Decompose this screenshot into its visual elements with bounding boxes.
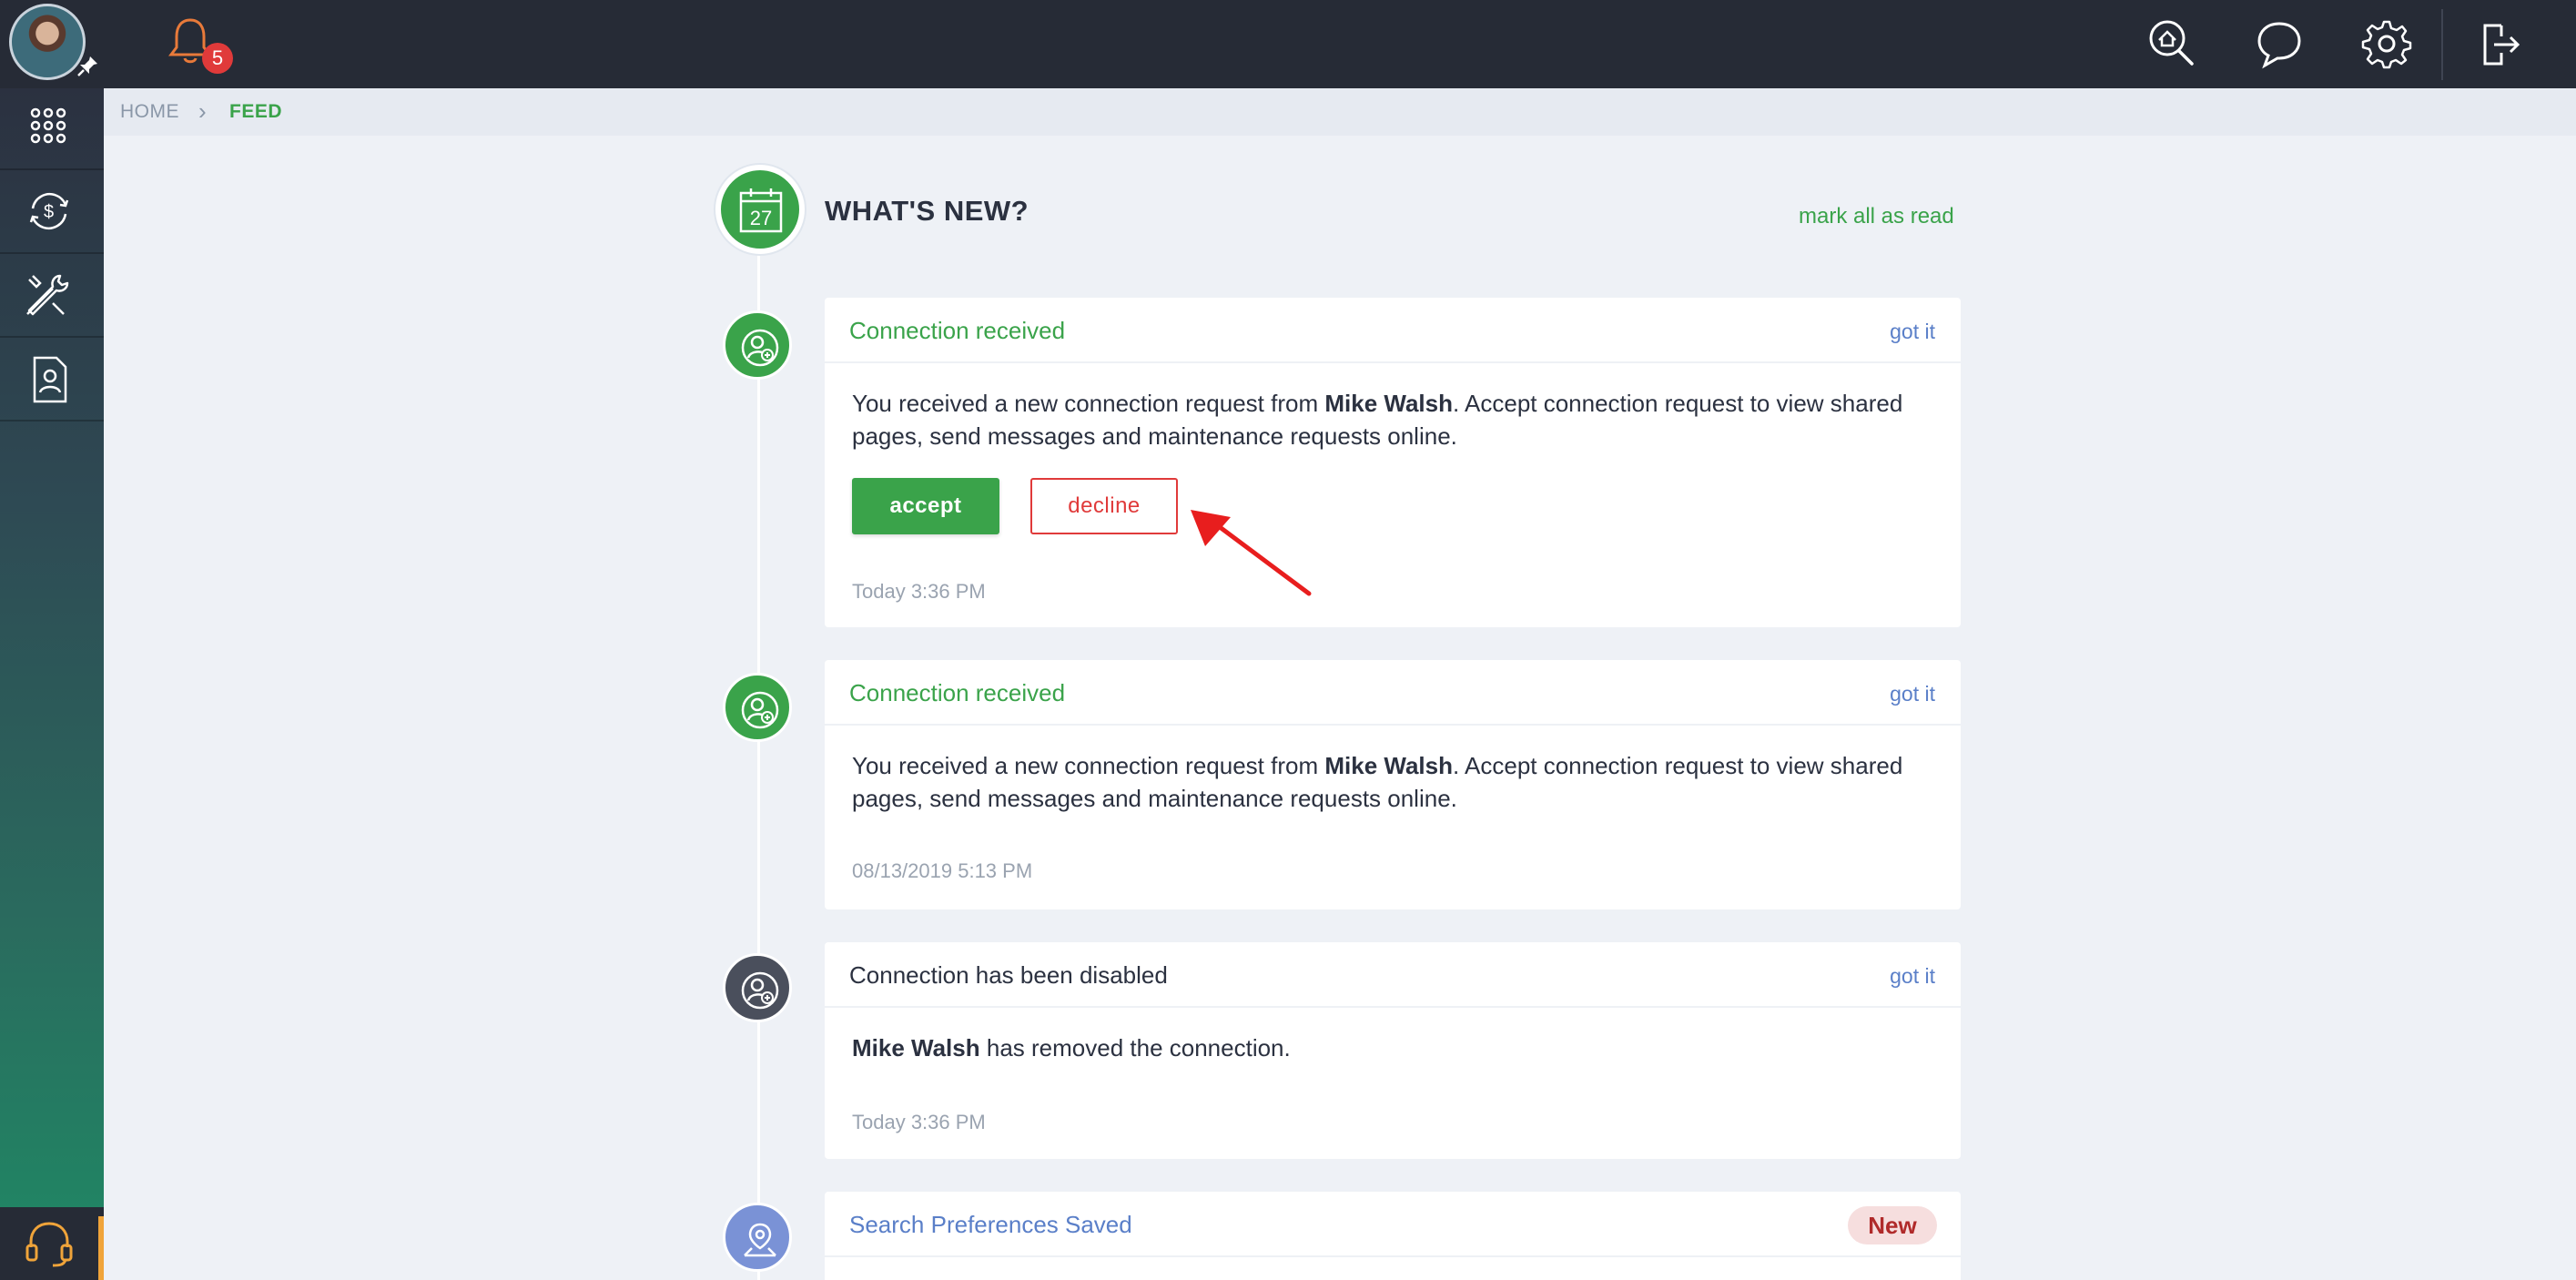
search-home-icon[interactable] [2145,16,2199,71]
feed-card: Connection received got it You received … [825,298,1961,627]
connection-disabled-icon [723,953,792,1022]
pin-icon[interactable] [75,55,100,80]
connection-user-icon [723,673,792,742]
calendar-icon: 27 [715,165,805,254]
message-text: You received a new connection request fr… [852,752,1325,779]
got-it-link[interactable]: got it [1890,320,1935,344]
map-location-icon [723,1203,792,1272]
logout-icon[interactable] [2472,16,2527,71]
card-title: Connection received [849,679,1066,706]
calendar-day: 27 [750,207,772,229]
card-title: Connection received [849,317,1066,344]
support-button[interactable] [0,1207,104,1280]
decline-button[interactable]: decline [1030,478,1178,534]
card-header: Search Preferences Saved New [825,1192,1961,1257]
red-arrow-annotation [1191,510,1312,596]
top-bar: 5 [0,0,2576,88]
sidebar: $ [0,88,104,1280]
card-header: Connection received got it [825,298,1961,363]
card-header: Connection has been disabled got it [825,942,1961,1008]
support-accent-bar [98,1216,104,1280]
card-title: Search Preferences Saved [849,1211,1132,1238]
notification-count-badge: 5 [202,43,233,74]
timestamp: Today 3:36 PM [852,580,986,603]
message-text: You received a new connection request fr… [852,390,1325,417]
feed-card: Search Preferences Saved New [825,1192,1961,1280]
contact-name: Mike Walsh [1324,390,1453,417]
message-text: has removed the connection. [979,1034,1291,1062]
breadcrumb-home[interactable]: HOME [120,101,179,123]
chat-icon[interactable] [2252,16,2307,71]
card-title: Connection has been disabled [849,961,1168,989]
feed-card: Connection has been disabled got it Mike… [825,942,1961,1159]
timeline-line [757,255,760,1280]
contact-name: Mike Walsh [852,1034,980,1062]
page-title: WHAT'S NEW? [825,195,1029,227]
got-it-link[interactable]: got it [1890,964,1935,989]
card-header: Connection received got it [825,660,1961,726]
svg-text:$: $ [44,202,54,222]
connection-user-icon [723,310,792,380]
breadcrumb: HOME › FEED [104,88,2576,136]
feed-card: Connection received got it You received … [825,660,1961,909]
topbar-divider [2441,9,2443,80]
timestamp: Today 3:36 PM [852,1111,986,1133]
headset-icon [25,1222,73,1267]
maintenance-tools-icon[interactable] [0,256,104,338]
accept-button[interactable]: accept [852,478,999,534]
apps-grid-icon[interactable] [0,88,104,170]
payments-icon[interactable]: $ [0,172,104,254]
card-message: You received a new connection request fr… [852,749,1935,815]
card-message: You received a new connection request fr… [852,387,1935,452]
breadcrumb-current: FEED [229,101,283,122]
timestamp: 08/13/2019 5:13 PM [852,859,1033,882]
got-it-link[interactable]: got it [1890,682,1935,706]
chevron-right-icon: › [198,97,207,125]
contact-document-icon[interactable] [0,340,104,422]
card-message: Mike Walsh has removed the connection. [852,1031,1935,1064]
contact-name: Mike Walsh [1324,752,1453,779]
gear-icon[interactable] [2359,16,2414,71]
new-badge: New [1848,1206,1937,1244]
mark-all-read-link[interactable]: mark all as read [1799,204,1954,229]
